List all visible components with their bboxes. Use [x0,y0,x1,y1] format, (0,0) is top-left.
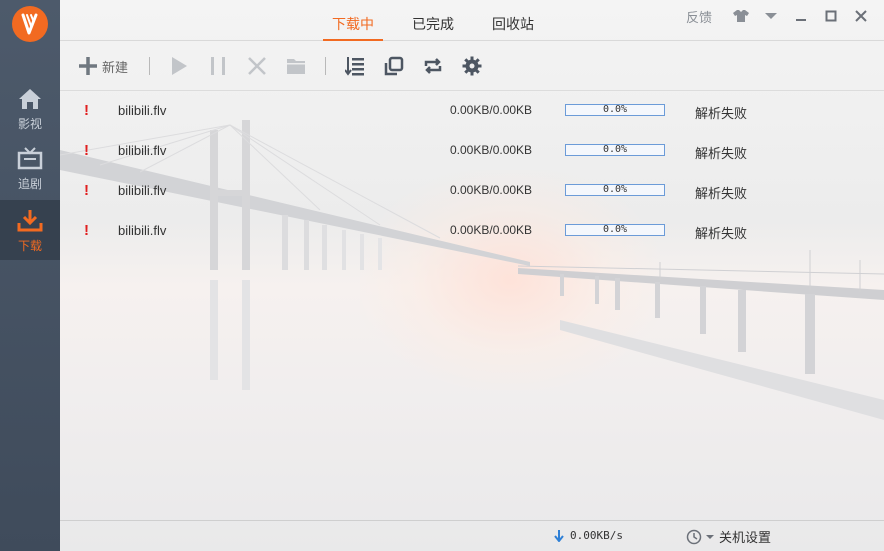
delete-icon [248,57,266,75]
skin-button[interactable] [726,7,756,25]
toolbar-divider [325,57,326,75]
list-button[interactable] [345,53,365,79]
sidebar-item-label: 下载 [17,239,42,253]
shutdown-label: 关机设置 [719,530,772,545]
file-name: bilibili.flv [118,103,167,118]
close-button[interactable] [846,7,876,25]
progress-bar: 0.0% [565,104,665,116]
status-text: 解析失败 [695,186,748,201]
shirt-icon [733,10,749,22]
dropdown-icon [765,13,777,19]
repeat-button[interactable] [423,53,443,79]
feedback-link[interactable]: 反馈 [686,7,712,26]
sidebar-item-label: 影视 [17,117,42,131]
tab-completed[interactable]: 已完成 [403,14,463,41]
speed-value: 0.00KB/s [570,529,623,542]
pause-button[interactable] [208,53,228,79]
status-text: 解析失败 [695,106,748,121]
download-icon [17,210,43,232]
copy-button[interactable] [384,53,404,79]
download-arrow-icon [554,529,564,542]
toolbar-divider [149,57,150,75]
close-icon [855,10,867,22]
menu-dropdown-button[interactable] [756,7,786,25]
tab-recycle-bin[interactable]: 回收站 [483,14,543,41]
pause-icon [211,57,225,75]
progress-label: 0.0% [602,224,628,235]
status-text: 解析失败 [695,226,748,241]
home-icon [19,89,41,109]
file-name: bilibili.flv [118,143,167,158]
progress-bar: 0.0% [565,224,665,236]
play-icon [172,57,187,75]
file-size: 0.00KB/0.00KB [450,143,533,157]
clock-icon [686,529,702,544]
download-speed: 0.00KB/s [554,529,623,542]
toolbar: 新建 [60,41,884,91]
minimize-icon [796,19,806,21]
error-icon: ! [84,102,89,119]
sidebar-item-label: 追剧 [17,177,42,191]
maximize-button[interactable] [816,7,846,25]
settings-icon [462,56,482,76]
tab-bar: 下载中 已完成 回收站 反馈 [60,0,884,41]
repeat-icon [424,58,442,74]
download-row[interactable]: ! bilibili.flv 0.00KB/0.00KB 0.0% 解析失败 [60,131,884,171]
status-text: 解析失败 [695,146,748,161]
file-size: 0.00KB/0.00KB [450,223,533,237]
progress-bar: 0.0% [565,184,665,196]
download-row[interactable]: ! bilibili.flv 0.00KB/0.00KB 0.0% 解析失败 [60,91,884,131]
copy-icon [384,56,404,76]
folder-icon [287,59,305,74]
progress-bar: 0.0% [565,144,665,156]
sidebar-item-download[interactable]: 下载 [0,200,60,260]
progress-label: 0.0% [602,104,628,115]
maximize-icon [825,10,837,22]
start-button[interactable] [169,53,189,79]
sidebar: 影视 追剧 下载 [0,0,60,551]
download-row[interactable]: ! bilibili.flv 0.00KB/0.00KB 0.0% 解析失败 [60,211,884,251]
file-name: bilibili.flv [118,223,167,238]
sidebar-item-movies[interactable]: 影视 [0,86,60,146]
new-task-label: 新建 [102,59,129,75]
shutdown-settings-button[interactable]: 关机设置 [686,527,771,546]
sidebar-item-series[interactable]: 追剧 [0,146,60,206]
minimize-button[interactable] [786,7,816,25]
error-icon: ! [84,182,89,199]
app-logo-icon [12,6,48,42]
new-task-button[interactable]: 新建 [78,53,128,79]
file-size: 0.00KB/0.00KB [450,103,533,117]
progress-label: 0.0% [602,184,628,195]
chevron-down-icon [706,534,714,539]
tv-icon [17,147,43,170]
settings-button[interactable] [462,53,482,79]
delete-button[interactable] [247,53,267,79]
progress-label: 0.0% [602,144,628,155]
download-row[interactable]: ! bilibili.flv 0.00KB/0.00KB 0.0% 解析失败 [60,171,884,211]
open-folder-button[interactable] [286,53,306,79]
plus-icon [79,57,97,75]
file-name: bilibili.flv [118,183,167,198]
window-controls: 反馈 [686,7,876,25]
status-bar: 0.00KB/s 关机设置 [60,520,884,551]
file-size: 0.00KB/0.00KB [450,183,533,197]
list-icon [345,57,364,76]
error-icon: ! [84,222,89,239]
error-icon: ! [84,142,89,159]
tab-downloading[interactable]: 下载中 [323,14,383,41]
